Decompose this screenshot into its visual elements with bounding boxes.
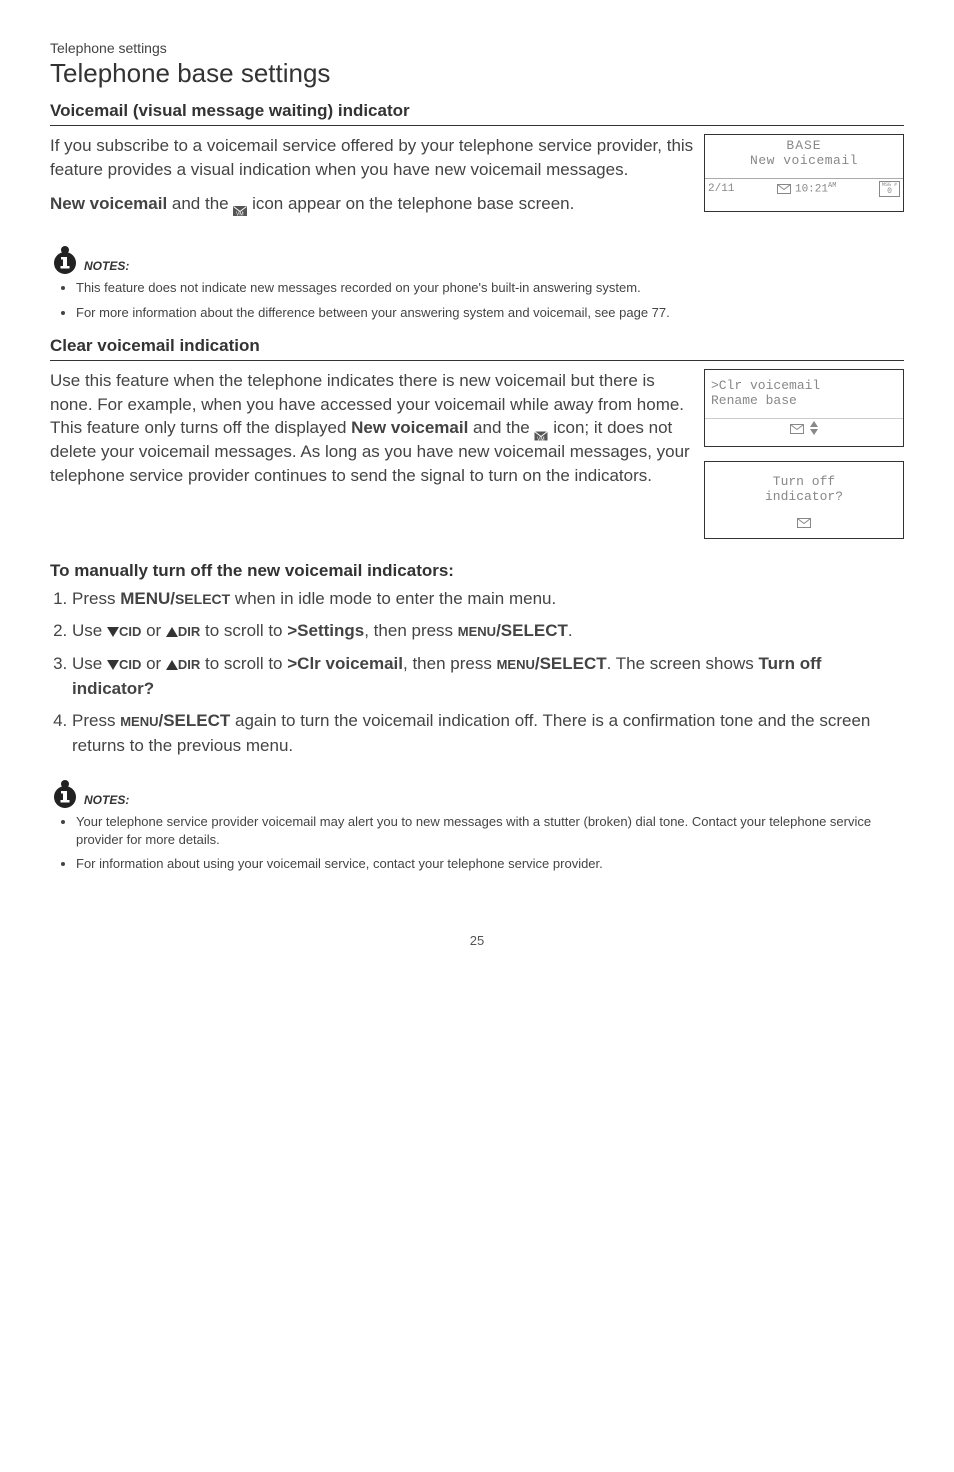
text-new-voicemail: New voicemail [50,194,167,213]
t: MENU [458,624,496,639]
step-1: Press MENU/SELECT when in idle mode to e… [72,587,904,612]
t: >Clr voicemail [287,654,403,673]
notes-label: NOTES: [84,793,129,809]
t: /SELECT [158,711,230,730]
t: CID [119,624,141,639]
svg-text:VM: VM [236,212,244,216]
notes-label: NOTES: [84,259,129,275]
lcd-time: 10:21 [795,184,828,196]
lcd-screen-base: BASE New voicemail 2/11 10:21AM MSG # 0 [704,134,904,212]
t: SELECT [175,591,230,607]
envelope-icon: VM [534,424,548,434]
envelope-icon [797,518,811,528]
notes-list-2: Your telephone service provider voicemai… [50,813,904,874]
note-item: For information about using your voicema… [76,855,904,873]
step-2: Use CID or DIR to scroll to >Settings, t… [72,619,904,644]
t: . The screen shows [607,654,759,673]
t: /SELECT [496,621,568,640]
lcd-confirm-line1: Turn off [705,462,903,489]
step-3: Use CID or DIR to scroll to >Clr voicema… [72,652,904,701]
lcd-confirm-footer [705,504,903,530]
down-triangle-icon [107,627,119,637]
lcd-statusbar: 2/11 10:21AM MSG # 0 [705,178,903,198]
page-number: 25 [50,933,904,948]
subheading-vm-indicator: Voicemail (visual message waiting) indic… [50,101,904,126]
notes-header-2: NOTES: [50,779,904,809]
lcd-screen-menu: >Clr voicemail Rename base [704,369,904,447]
lcd-ampm: AM [828,182,836,190]
t: when in idle mode to enter the main menu… [230,589,556,608]
lcd-screen-confirm: Turn off indicator? [704,461,904,539]
notes-list-1: This feature does not indicate new messa… [50,279,904,321]
note-item: Your telephone service provider voicemai… [76,813,904,849]
t: or [141,654,166,673]
lcd-line-newvm: New voicemail [705,153,903,168]
text-clear-bold: New voicemail [351,418,468,437]
t: DIR [178,624,200,639]
text-icon-appear: icon appear on the telephone base screen… [247,194,574,213]
envelope-icon: VM [233,199,247,209]
up-triangle-icon [166,627,178,637]
t: MENU [120,714,158,729]
t: MENU/ [120,589,175,608]
step-4: Press MENU/SELECT again to turn the voic… [72,709,904,758]
steps-list: Press MENU/SELECT when in idle mode to e… [50,587,904,759]
lcd-confirm-line2: indicator? [705,489,903,504]
lcd-date: 2/11 [708,183,734,195]
lcd-msg-count: 0 [887,187,892,196]
note-item: This feature does not indicate new messa… [76,279,904,297]
t: >Settings [287,621,364,640]
lcd-menu-footer [705,418,903,437]
t: to scroll to [200,621,287,640]
t: Use [72,621,107,640]
t: CID [119,657,141,672]
info-icon [50,245,80,275]
svg-text:VM: VM [537,436,545,440]
envelope-icon [790,424,804,434]
lcd-menu-line2: Rename base [705,393,903,408]
envelope-icon [777,184,791,194]
up-down-icon [810,421,818,437]
t: MENU [497,657,535,672]
t: Use [72,654,107,673]
info-icon [50,779,80,809]
t: /SELECT [535,654,607,673]
section-pretitle: Telephone settings [50,40,904,56]
lcd-title: BASE [705,135,903,153]
page-title: Telephone base settings [50,58,904,89]
lcd-msg-box: MSG # 0 [879,181,900,197]
t: or [141,621,166,640]
note-item: For more information about the differenc… [76,304,904,322]
t: to scroll to [200,654,287,673]
t: , then press [364,621,458,640]
t: Press [72,711,120,730]
t: DIR [178,657,200,672]
text-clear-c: and the [468,418,534,437]
up-triangle-icon [166,660,178,670]
lcd-menu-line1: >Clr voicemail [705,370,903,393]
subheading-clear-vm: Clear voicemail indication [50,336,904,361]
t: Press [72,589,120,608]
t: . [568,621,573,640]
down-triangle-icon [107,660,119,670]
steps-heading: To manually turn off the new voicemail i… [50,561,904,581]
t: , then press [403,654,497,673]
notes-header-1: NOTES: [50,245,904,275]
text-and-the: and the [167,194,233,213]
